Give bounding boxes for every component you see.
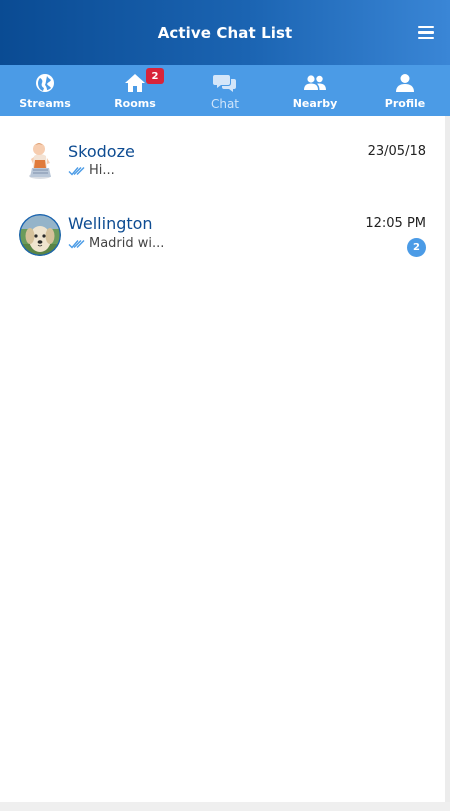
tab-profile[interactable]: Profile — [360, 65, 450, 116]
tab-nearby[interactable]: Nearby — [270, 65, 360, 116]
double-check-icon — [68, 166, 85, 176]
chat-bubbles-icon — [213, 72, 237, 94]
toddler-avatar — [19, 138, 61, 180]
user-icon — [395, 72, 415, 94]
message-time: 23/05/18 — [367, 144, 426, 159]
tab-bar: Streams Rooms Chat Nearby Profile 2 — [0, 65, 450, 116]
page-title: Active Chat List — [157, 23, 293, 42]
contact-name: Wellington — [68, 214, 153, 233]
double-check-icon — [68, 239, 85, 249]
hamburger-menu-icon[interactable] — [418, 26, 434, 39]
tab-label: Rooms — [114, 97, 156, 110]
chat-list-item[interactable]: Skodoze Hi... 23/05/18 — [0, 130, 445, 200]
tab-label: Streams — [19, 97, 71, 110]
message-preview: Madrid wi... — [68, 236, 164, 251]
tab-label: Nearby — [292, 97, 338, 110]
tab-label: Chat — [210, 97, 240, 111]
message-time: 12:05 PM — [365, 216, 426, 231]
home-icon — [124, 72, 146, 94]
app-header: Active Chat List — [0, 0, 450, 65]
people-icon — [303, 72, 327, 94]
tab-label: Profile — [384, 97, 426, 110]
chat-list: Skodoze Hi... 23/05/18 Wellington Madrid… — [0, 116, 445, 802]
tab-rooms[interactable]: Rooms — [90, 65, 180, 116]
scrollbar-track[interactable] — [445, 116, 450, 802]
puppy-avatar — [19, 214, 61, 256]
bottom-bar — [0, 802, 450, 811]
globe-icon — [35, 72, 55, 94]
contact-name: Skodoze — [68, 142, 135, 161]
message-preview: Hi... — [68, 163, 115, 178]
chat-badge: 2 — [146, 68, 164, 84]
preview-text: Hi... — [89, 163, 115, 178]
preview-text: Madrid wi... — [89, 236, 165, 251]
unread-count-badge: 2 — [407, 238, 426, 257]
tab-streams[interactable]: Streams — [0, 65, 90, 116]
tab-chat[interactable]: Chat — [180, 65, 270, 116]
chat-list-item[interactable]: Wellington Madrid wi... 12:05 PM 2 — [0, 202, 445, 272]
